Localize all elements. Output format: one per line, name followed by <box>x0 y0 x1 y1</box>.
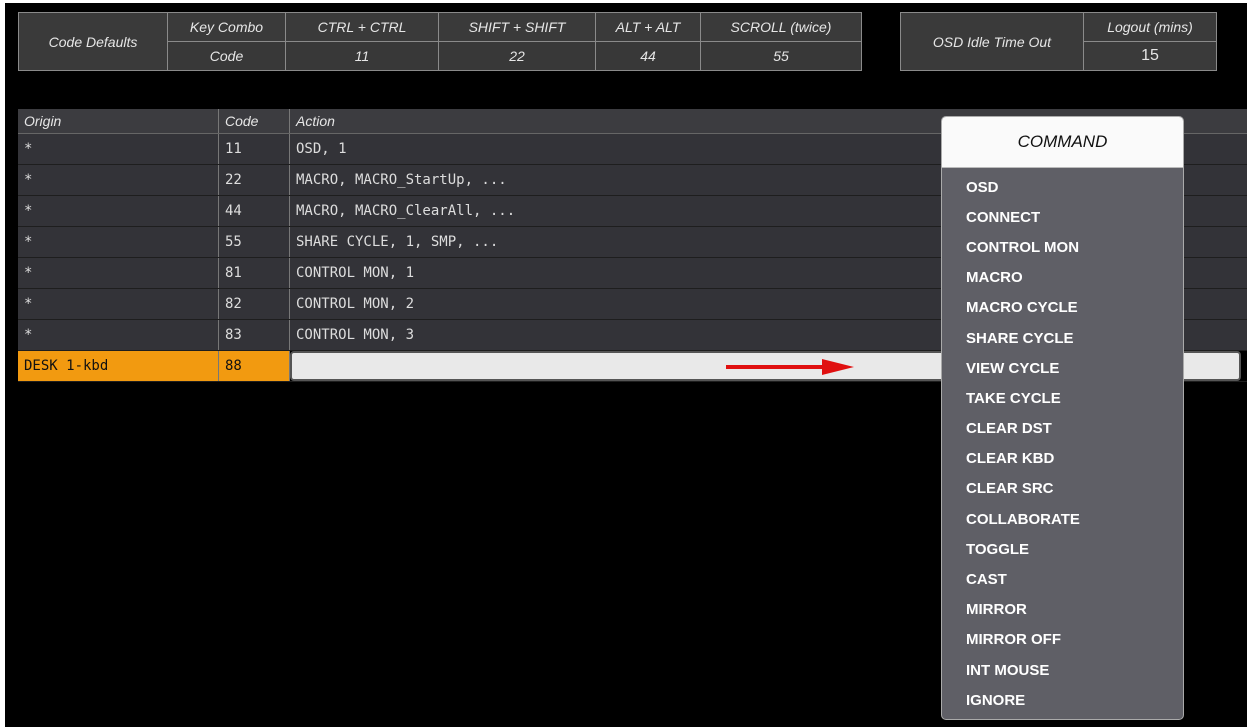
code-defaults-label: Code Defaults <box>18 12 168 71</box>
combo-code-field[interactable]: 44 <box>595 41 701 71</box>
osd-idle-label: OSD Idle Time Out <box>900 12 1084 71</box>
command-item-control-mon[interactable]: CONTROL MON <box>942 232 1183 262</box>
command-item-int-mouse[interactable]: INT MOUSE <box>942 655 1183 685</box>
combo-code-field[interactable]: 22 <box>438 41 596 71</box>
code-defaults-table: Code Defaults Key Combo CTRL + CTRL SHIF… <box>18 12 862 71</box>
combo-code-field[interactable]: 55 <box>700 41 862 71</box>
idle-timeout-table: OSD Idle Time Out Logout (mins) 15 <box>900 12 1217 71</box>
command-item-mirror-off[interactable]: MIRROR OFF <box>942 625 1183 655</box>
command-item-collaborate[interactable]: COLLABORATE <box>942 504 1183 534</box>
command-menu-list: OSD CONNECT CONTROL MON MACRO MACRO CYCL… <box>942 168 1183 715</box>
code-cell: 11 <box>219 134 290 164</box>
code-cell: 81 <box>219 258 290 288</box>
command-item-clear-src[interactable]: CLEAR SRC <box>942 474 1183 504</box>
command-item-share-cycle[interactable]: SHARE CYCLE <box>942 323 1183 353</box>
command-item-ignore[interactable]: IGNORE <box>942 685 1183 715</box>
origin-cell: * <box>18 258 219 288</box>
combo-name: SHIFT + SHIFT <box>438 12 596 42</box>
command-item-take-cycle[interactable]: TAKE CYCLE <box>942 383 1183 413</box>
command-item-clear-dst[interactable]: CLEAR DST <box>942 414 1183 444</box>
red-arrow-icon <box>726 359 854 375</box>
code-cell: 44 <box>219 196 290 226</box>
window-border-left <box>0 0 5 727</box>
command-item-macro[interactable]: MACRO <box>942 263 1183 293</box>
origin-cell: * <box>18 227 219 257</box>
key-combo-label: Key Combo <box>167 12 286 42</box>
command-menu-title: COMMAND <box>942 117 1183 168</box>
code-label: Code <box>167 41 286 71</box>
origin-cell: DESK 1-kbd <box>18 351 219 381</box>
combo-name: CTRL + CTRL <box>285 12 439 42</box>
code-cell: 82 <box>219 289 290 319</box>
command-item-osd[interactable]: OSD <box>942 172 1183 202</box>
logout-label: Logout (mins) <box>1083 12 1217 42</box>
combo-code-field[interactable]: 11 <box>285 41 439 71</box>
command-menu: COMMAND OSD CONNECT CONTROL MON MACRO MA… <box>941 116 1184 720</box>
combo-name: SCROLL (twice) <box>700 12 862 42</box>
window-border-top <box>0 0 1247 3</box>
code-cell: 83 <box>219 320 290 350</box>
origin-header[interactable]: Origin <box>18 109 219 133</box>
code-cell: 22 <box>219 165 290 195</box>
command-item-macro-cycle[interactable]: MACRO CYCLE <box>942 293 1183 323</box>
command-item-view-cycle[interactable]: VIEW CYCLE <box>942 353 1183 383</box>
code-cell: 55 <box>219 227 290 257</box>
origin-cell: * <box>18 320 219 350</box>
origin-cell: * <box>18 165 219 195</box>
origin-cell: * <box>18 196 219 226</box>
origin-cell: * <box>18 289 219 319</box>
combo-name: ALT + ALT <box>595 12 701 42</box>
command-item-toggle[interactable]: TOGGLE <box>942 534 1183 564</box>
command-item-connect[interactable]: CONNECT <box>942 202 1183 232</box>
code-cell: 88 <box>219 351 290 381</box>
command-item-cast[interactable]: CAST <box>942 564 1183 594</box>
logout-value-field[interactable]: 15 <box>1083 41 1217 71</box>
command-item-clear-kbd[interactable]: CLEAR KBD <box>942 444 1183 474</box>
command-item-mirror[interactable]: MIRROR <box>942 595 1183 625</box>
code-header[interactable]: Code <box>219 109 290 133</box>
origin-cell: * <box>18 134 219 164</box>
